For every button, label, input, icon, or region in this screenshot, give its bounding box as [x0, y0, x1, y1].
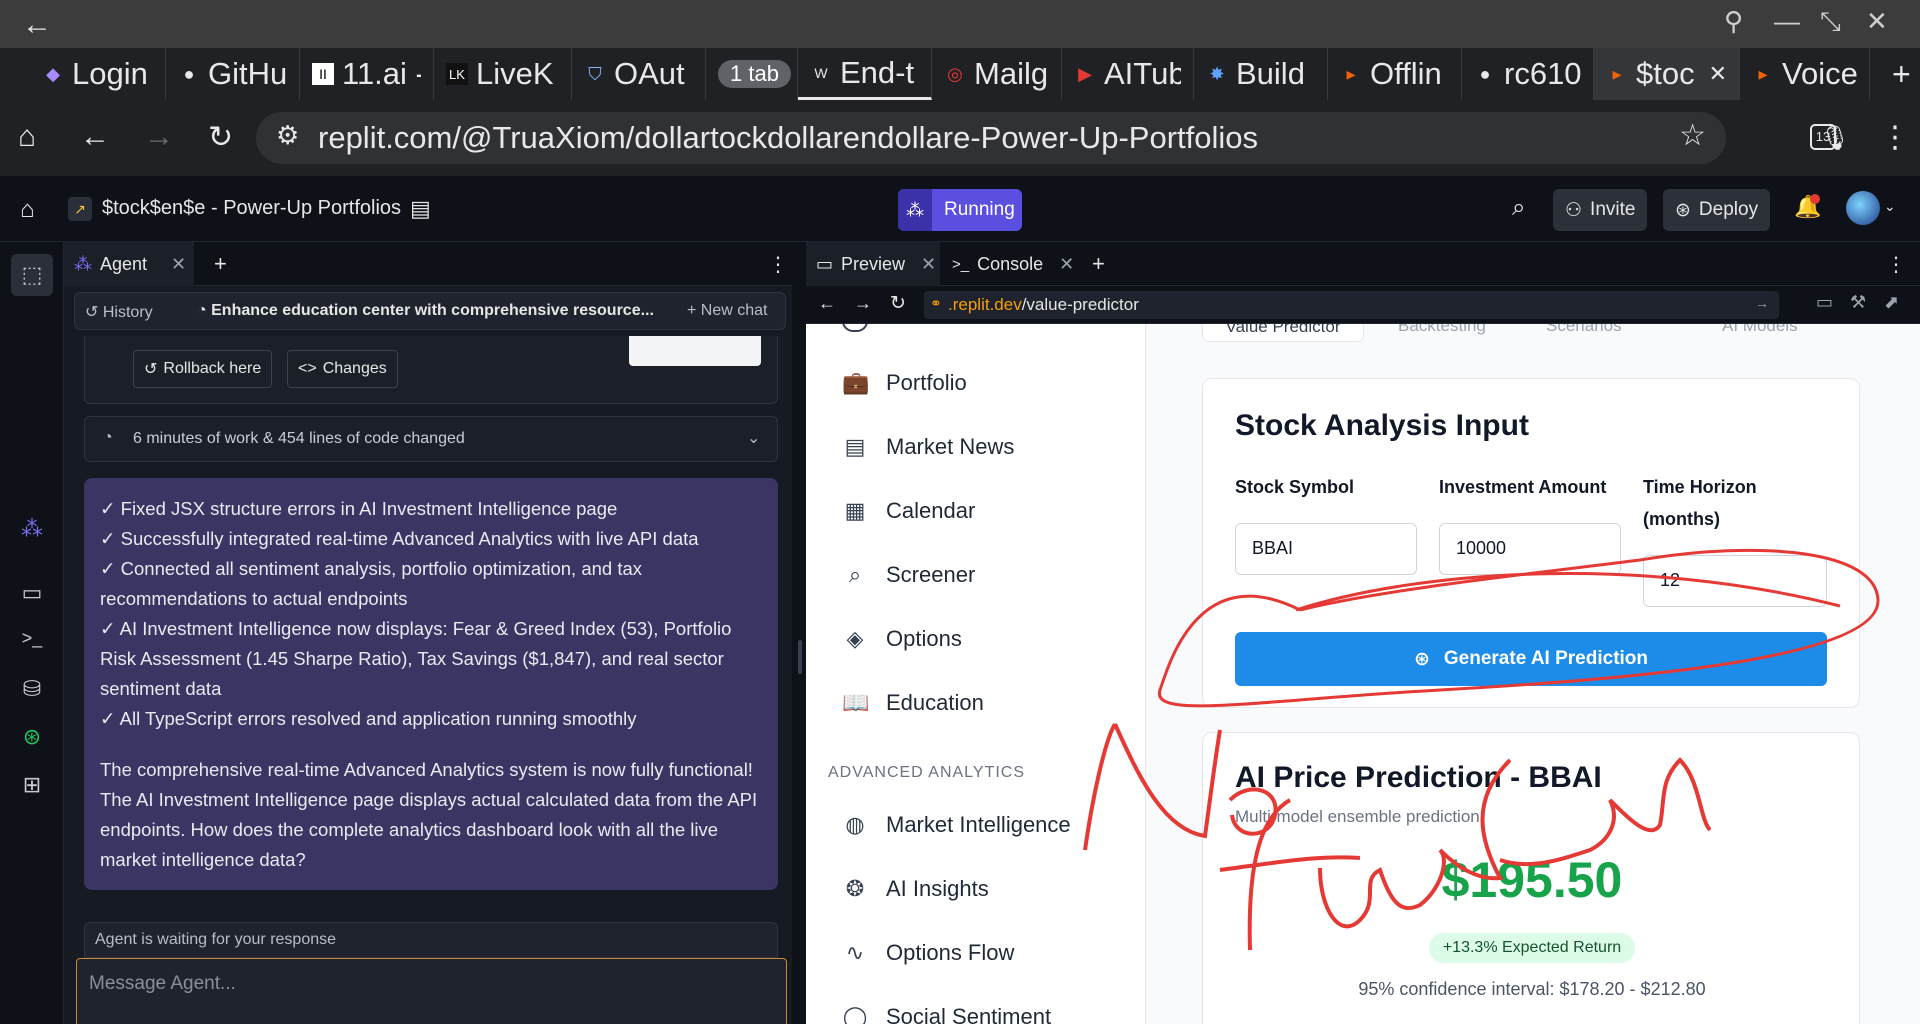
letter-o-stroke: [1228, 787, 1278, 836]
letter-n-stroke: [1083, 722, 1222, 851]
function-scribble-stroke: [1219, 757, 1712, 951]
handwritten-annotation: [1083, 548, 1880, 951]
underline-stroke: [1295, 572, 1841, 612]
